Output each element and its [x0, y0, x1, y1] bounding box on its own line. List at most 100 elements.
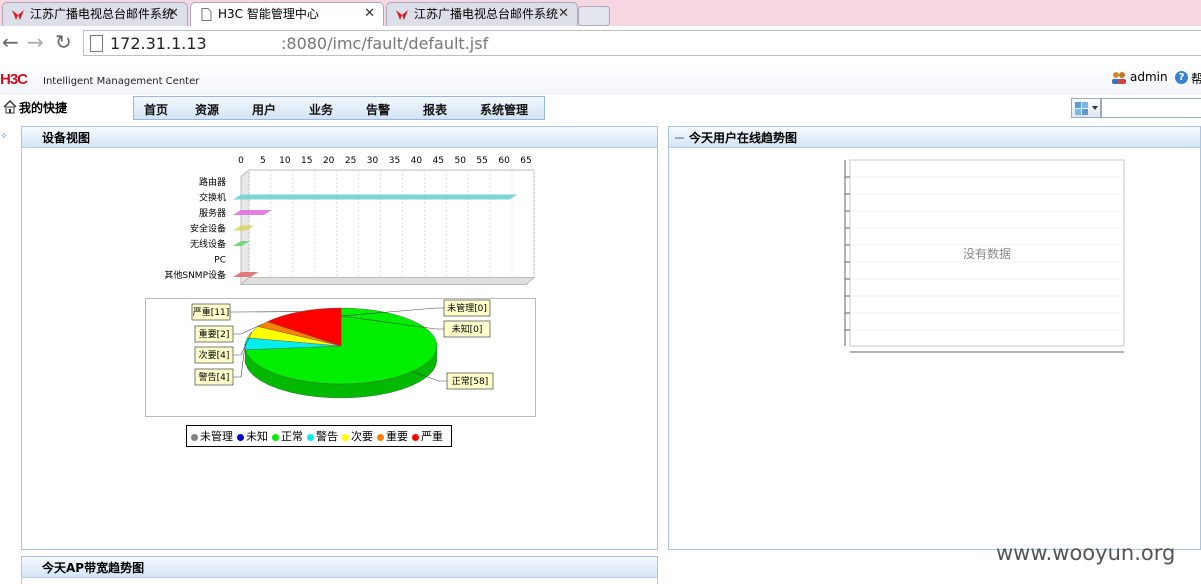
address-bar[interactable]: 172.31.1.13 :8080/imc/fault/default.jsf — [83, 30, 1201, 56]
menu-alarms[interactable]: 告警 — [366, 101, 390, 118]
menu-system-management[interactable]: 系统管理 — [480, 101, 528, 118]
category-label: 无线设备 — [190, 238, 226, 250]
watermark: www.wooyun.org — [996, 541, 1176, 565]
x-tick-label: 15 — [301, 156, 312, 166]
legend-label: 未知 — [246, 430, 268, 443]
legend-swatch — [191, 433, 198, 441]
collapse-icon[interactable] — [675, 137, 684, 139]
bar-chart-floor — [239, 277, 536, 285]
legend-swatch — [377, 433, 384, 441]
x-tick-label: 50 — [455, 156, 467, 166]
panel-header: 今天AP带宽趋势图 — [22, 557, 657, 578]
x-tick-label: 65 — [520, 156, 531, 166]
main-menu: 首页 资源 用户 业务 告警 报表 系统管理 — [133, 96, 545, 120]
h3c-logo: H3C — [0, 71, 28, 88]
mail-logo-icon — [12, 10, 24, 20]
close-icon[interactable]: ✕ — [168, 3, 179, 25]
menu-users[interactable]: 用户 — [252, 101, 276, 118]
menu-reports[interactable]: 报表 — [423, 101, 447, 118]
menu-services[interactable]: 业务 — [309, 101, 333, 118]
url-path: :8080/imc/fault/default.jsf — [281, 34, 489, 53]
device-pie-chart: 严重[11] 重要[2] 次要[4] 警告[4] 未管理[0] 未知[0] 正常[58] — [145, 298, 536, 417]
legend-item: 正常 — [272, 428, 303, 444]
x-tick-label: 20 — [323, 156, 335, 166]
x-tick-label: 25 — [345, 156, 356, 166]
x-tick-label: 5 — [260, 156, 266, 166]
legend-item: 严重 — [412, 428, 443, 444]
help-icon[interactable]: ? — [1175, 71, 1188, 84]
help-link[interactable]: 帮 — [1191, 70, 1201, 87]
legend-item: 未知 — [237, 428, 268, 444]
legend-swatch — [342, 433, 349, 441]
legend-swatch — [412, 433, 419, 441]
tab-title: 江苏广播电视总台邮件系统 — [414, 7, 559, 21]
page-icon — [201, 8, 212, 21]
my-shortcuts[interactable]: 我的快捷 — [19, 99, 67, 116]
panel-header: 设备视图 — [22, 127, 657, 148]
category-label: PC — [214, 256, 226, 266]
callout-label: 未知[0] — [452, 323, 483, 335]
panel-header: 今天用户在线趋势图 — [669, 127, 1200, 148]
browser-tab-mail-2[interactable]: 江苏广播电视总台邮件系统 ✕ — [386, 2, 578, 26]
url-host: 172.31.1.13 — [110, 34, 207, 53]
pie-legend: 未管理 未知 正常 警告 次要 重要 严重 — [186, 425, 452, 447]
legend-label: 正常 — [281, 430, 303, 443]
close-icon[interactable]: ✕ — [364, 3, 375, 25]
user-name[interactable]: admin — [1130, 70, 1168, 84]
x-tick-label: 45 — [433, 156, 444, 166]
close-icon[interactable]: ✕ — [558, 3, 569, 25]
mail-logo-icon — [396, 10, 408, 20]
search-scope-button[interactable] — [1071, 98, 1101, 118]
callout-label: 严重[11] — [193, 306, 229, 318]
grid-icon[interactable]: ✧ — [0, 132, 8, 142]
menu-home[interactable]: 首页 — [144, 101, 168, 118]
x-tick-label: 30 — [367, 156, 379, 166]
category-label: 路由器 — [199, 176, 226, 188]
reload-icon[interactable]: ↻ — [55, 29, 72, 55]
x-tick-label: 40 — [411, 156, 423, 166]
legend-item: 未管理 — [191, 428, 233, 444]
legend-swatch — [237, 433, 244, 441]
callout-label: 未管理[0] — [447, 302, 487, 314]
legend-item: 次要 — [342, 428, 373, 444]
no-data-message: 没有数据 — [963, 247, 1012, 261]
tab-title: H3C 智能管理中心 — [218, 7, 319, 21]
browser-tab-imc[interactable]: H3C 智能管理中心 ✕ — [190, 2, 384, 27]
browser-tab-strip: 江苏广播电视总台邮件系统 ✕ H3C 智能管理中心 ✕ 江苏广播电视总台邮件系统… — [0, 0, 1201, 27]
x-tick-label: 0 — [238, 156, 244, 166]
browser-toolbar: ← → ↻ 172.31.1.13 :8080/imc/fault/defaul… — [0, 26, 1201, 61]
forward-icon[interactable]: → — [27, 29, 44, 55]
legend-label: 警告 — [316, 430, 338, 443]
category-label: 服务器 — [199, 207, 226, 219]
legend-label: 严重 — [421, 430, 443, 443]
callout-label: 正常[58] — [452, 375, 488, 387]
category-label: 交换机 — [199, 192, 226, 204]
menu-resources[interactable]: 资源 — [195, 101, 219, 118]
category-label: 安全设备 — [190, 223, 226, 235]
new-tab-button[interactable] — [578, 6, 610, 26]
x-tick-label: 60 — [498, 156, 510, 166]
logo-subtitle: Intelligent Management Center — [43, 76, 200, 87]
callout-label: 重要[2] — [199, 328, 230, 340]
category-label: 其他SNMP设备 — [164, 269, 226, 281]
back-icon[interactable]: ← — [2, 29, 19, 55]
device-bar-chart: 0 5 10 15 20 25 30 35 40 45 50 55 60 65 路由器交换机服务器安全设备无… — [164, 156, 536, 286]
bar-chart-back-wall — [248, 169, 535, 278]
search-input[interactable] — [1101, 98, 1201, 118]
search-scope-icon — [1075, 102, 1098, 115]
legend-label: 未管理 — [200, 430, 233, 443]
browser-tab-mail-1[interactable]: 江苏广播电视总台邮件系统 ✕ — [2, 2, 188, 26]
legend-swatch — [307, 433, 314, 441]
panel-title: 今天用户在线趋势图 — [689, 131, 798, 145]
ap-bandwidth-panel: 今天AP带宽趋势图 — [21, 556, 658, 584]
page-icon — [90, 35, 103, 52]
tab-title: 江苏广播电视总台邮件系统 — [30, 7, 175, 21]
legend-item: 重要 — [377, 428, 408, 444]
legend-swatch — [272, 433, 279, 441]
x-tick-label: 55 — [476, 156, 487, 166]
legend-label: 重要 — [386, 430, 408, 443]
legend-label: 次要 — [351, 430, 373, 443]
bar — [233, 194, 518, 200]
users-icon — [1112, 72, 1126, 84]
x-tick-label: 10 — [279, 156, 291, 166]
